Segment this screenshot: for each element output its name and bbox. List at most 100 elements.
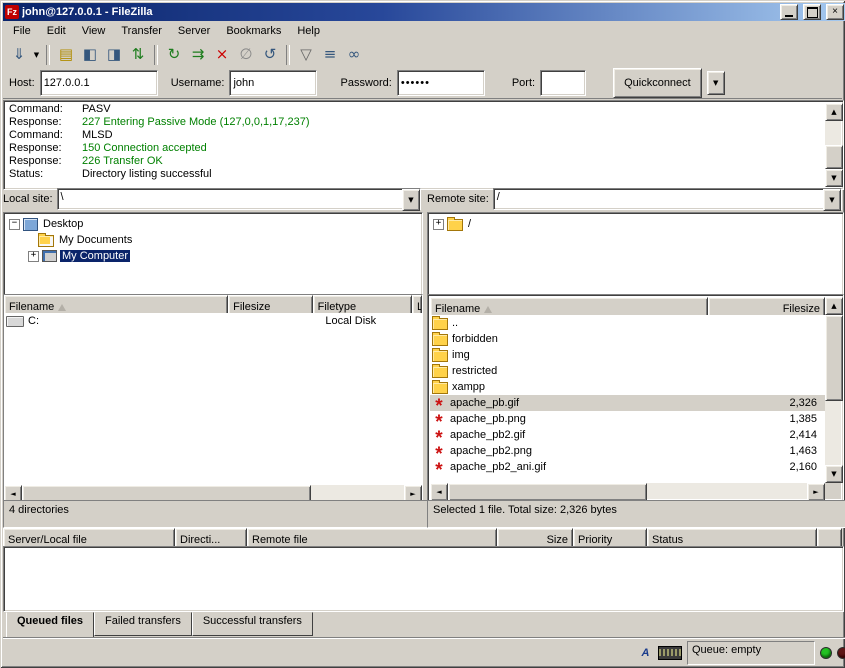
expand-icon[interactable]: + [28, 251, 39, 262]
log-line: Response:227 Entering Passive Mode (127,… [4, 116, 843, 129]
tab-successful-transfers[interactable]: Successful transfers [192, 612, 313, 636]
tree-item-root[interactable]: + / [428, 216, 843, 232]
find-files-button[interactable]: ∞ [342, 43, 366, 67]
tab-queued-files[interactable]: Queued files [6, 612, 94, 639]
tab-failed-transfers[interactable]: Failed transfers [94, 612, 192, 636]
scroll-thumb[interactable] [825, 145, 843, 169]
port-label: Port: [512, 77, 535, 89]
expand-icon[interactable]: + [433, 219, 444, 230]
username-input[interactable] [229, 70, 317, 96]
local-site-value: \ [58, 189, 402, 209]
remote-site-combobox[interactable]: / ▼ [493, 188, 842, 210]
local-directory-tree: − Desktop My Documents + My Computer [3, 212, 423, 297]
site-manager-button[interactable]: ⇓ [7, 43, 31, 67]
tree-item-desktop[interactable]: − Desktop [4, 216, 422, 232]
quickconnect-button[interactable]: Quickconnect [613, 68, 702, 98]
site-manager-icon: ⇓ [13, 47, 26, 62]
scroll-right-button[interactable]: ► [807, 483, 825, 501]
activity-indicator-red [837, 647, 845, 659]
scroll-track[interactable] [825, 315, 841, 465]
folder-icon [432, 334, 448, 346]
file-name: xampp [452, 381, 485, 393]
folder-icon [432, 318, 448, 330]
remote-file-row[interactable]: apache_pb.png1,385 [430, 411, 825, 427]
scroll-down-button[interactable]: ▼ [825, 169, 843, 187]
host-input[interactable] [40, 70, 158, 96]
minimize-button[interactable] [780, 4, 798, 20]
column-label: Status [652, 534, 683, 546]
file-name: restricted [452, 365, 497, 377]
quickconnect-dropdown-button[interactable]: ▼ [707, 71, 725, 95]
scroll-track[interactable] [825, 121, 841, 169]
remote-horizontal-scrollbar[interactable]: ◄ ► [430, 483, 825, 499]
remote-file-row[interactable]: apache_pb2_ani.gif2,160 [430, 459, 825, 475]
scroll-thumb[interactable] [448, 483, 647, 501]
tree-item-my-computer[interactable]: + My Computer [4, 248, 422, 264]
remote-file-row-selected[interactable]: apache_pb.gif2,326 [430, 395, 825, 411]
remote-file-row[interactable]: apache_pb2.png1,463 [430, 443, 825, 459]
username-label: Username: [171, 77, 225, 89]
tree-item-label: My Computer [60, 250, 130, 262]
scroll-left-button[interactable]: ◄ [430, 483, 448, 501]
disconnect-button[interactable]: ∅ [234, 43, 258, 67]
menu-bookmarks[interactable]: Bookmarks [218, 22, 289, 40]
message-log-icon: ▤ [59, 47, 73, 62]
remote-file-row[interactable]: img [430, 347, 825, 363]
scroll-up-button[interactable]: ▲ [825, 297, 843, 315]
arrow-right-icon: ► [410, 490, 415, 498]
menu-transfer[interactable]: Transfer [113, 22, 170, 40]
scroll-thumb[interactable] [825, 315, 843, 401]
scroll-track[interactable] [22, 485, 404, 501]
transfer-queue-list[interactable] [3, 546, 844, 612]
toggle-remote-tree-button[interactable]: ◨ [102, 43, 126, 67]
folder-icon [432, 382, 448, 394]
toggle-queue-button[interactable]: ⇅ [126, 43, 150, 67]
chevron-down-icon: ▼ [34, 51, 39, 59]
remote-list-header: Filename Filesize [430, 297, 825, 315]
remote-vertical-scrollbar[interactable]: ▲ ▼ [825, 297, 841, 483]
remote-site-dropdown-button[interactable]: ▼ [823, 189, 841, 211]
quickconnect-bar: Host: Username: Password: Port: Quickcon… [3, 68, 845, 98]
cancel-button[interactable]: × [210, 43, 234, 67]
toggle-message-log-button[interactable]: ▤ [54, 43, 78, 67]
remote-file-row[interactable]: forbidden [430, 331, 825, 347]
process-queue-button[interactable]: ⇉ [186, 43, 210, 67]
filter-button[interactable]: ▽ [294, 43, 318, 67]
scroll-up-button[interactable]: ▲ [825, 103, 843, 121]
local-site-dropdown-button[interactable]: ▼ [402, 189, 420, 211]
local-site-combobox[interactable]: \ ▼ [57, 188, 421, 210]
local-file-row[interactable]: C: Local Disk [4, 313, 422, 329]
log-text: PASV [82, 103, 111, 116]
toolbar-separator [286, 45, 290, 65]
scrollbar-corner [825, 483, 841, 499]
remote-file-row[interactable]: .. [430, 315, 825, 331]
remote-file-row[interactable]: apache_pb2.gif2,414 [430, 427, 825, 443]
remote-file-row[interactable]: restricted [430, 363, 825, 379]
menu-help[interactable]: Help [289, 22, 328, 40]
titlebar[interactable]: Fz john@127.0.0.1 - FileZilla × [3, 3, 845, 21]
scroll-track[interactable] [448, 483, 807, 499]
log-scrollbar[interactable]: ▲ ▼ [825, 103, 841, 187]
tree-item-my-documents[interactable]: My Documents [4, 232, 422, 248]
scroll-down-button[interactable]: ▼ [825, 465, 843, 483]
reconnect-button[interactable]: ↺ [258, 43, 282, 67]
menu-edit[interactable]: Edit [39, 22, 74, 40]
local-horizontal-scrollbar[interactable]: ◄ ► [4, 485, 422, 501]
directory-comparison-button[interactable]: ≡ [318, 43, 342, 67]
maximize-button[interactable] [803, 4, 821, 20]
arrow-right-icon: ► [813, 488, 818, 496]
collapse-icon[interactable]: − [9, 219, 20, 230]
site-manager-dropdown-button[interactable]: ▼ [31, 43, 42, 67]
port-input[interactable] [540, 70, 586, 96]
menu-server[interactable]: Server [170, 22, 218, 40]
menu-view[interactable]: View [74, 22, 114, 40]
cancel-icon: × [216, 47, 229, 62]
close-button[interactable]: × [826, 4, 844, 20]
refresh-button[interactable]: ↻ [162, 43, 186, 67]
toggle-local-tree-button[interactable]: ◧ [78, 43, 102, 67]
column-label: Filetype [318, 301, 357, 313]
log-text: 227 Entering Passive Mode (127,0,0,1,17,… [82, 116, 309, 129]
menu-file[interactable]: File [5, 22, 39, 40]
password-input[interactable] [397, 70, 485, 96]
remote-file-row[interactable]: xampp [430, 379, 825, 395]
